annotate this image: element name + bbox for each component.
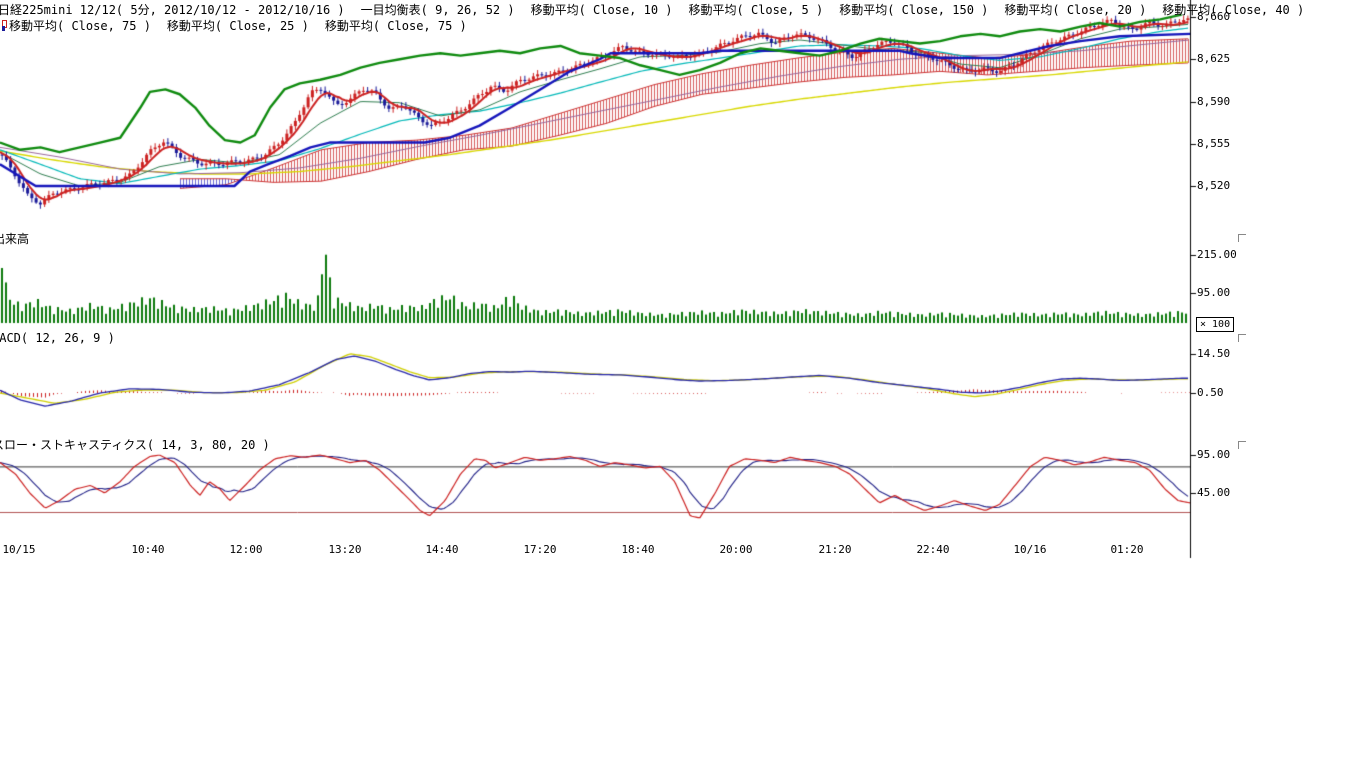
price-axis-label: 8,625 xyxy=(1197,53,1230,65)
legend-ma75[interactable]: 移動平均( Close, 75 ) xyxy=(9,19,151,33)
price-axis-label: 8,660 xyxy=(1197,11,1230,23)
legend-ma5[interactable]: 移動平均( Close, 5 ) xyxy=(689,3,824,17)
price-axis-label: 8,520 xyxy=(1197,180,1230,192)
legend-ma25[interactable]: 移動平均( Close, 25 ) xyxy=(167,19,309,33)
series-title[interactable]: 日経225mini 12/12( 5分, 2012/10/12 - 2012/1… xyxy=(0,3,345,17)
time-axis-label: 17:20 xyxy=(523,544,556,556)
stochastics-panel-label: スロー・ストキャスティクス( 14, 3, 80, 20 ) xyxy=(0,438,270,452)
macd-panel-handle[interactable] xyxy=(1238,334,1246,342)
stoch-panel-handle[interactable] xyxy=(1238,441,1246,449)
legend-ichimoku[interactable]: 一目均衡表( 9, 26, 52 ) xyxy=(361,3,515,17)
macd-axis-label: 0.50 xyxy=(1197,387,1224,399)
chart-window: 日経225mini 12/12( 5分, 2012/10/12 - 2012/1… xyxy=(0,0,1366,768)
macd-panel-label: MACD( 12, 26, 9 ) xyxy=(0,331,115,345)
time-axis-label: 14:40 xyxy=(425,544,458,556)
volume-axis-label: 215.00 xyxy=(1197,249,1237,261)
time-axis-label: 10/16 xyxy=(1013,544,1046,556)
legend-row-1: 日経225mini 12/12( 5分, 2012/10/12 - 2012/1… xyxy=(0,3,1304,17)
legend-ma10[interactable]: 移動平均( Close, 10 ) xyxy=(531,3,673,17)
volume-axis-label: 95.00 xyxy=(1197,287,1230,299)
time-axis-label: 10:40 xyxy=(131,544,164,556)
time-axis-label: 01:20 xyxy=(1110,544,1143,556)
time-axis-label: 20:00 xyxy=(719,544,752,556)
legend-row-2: 移動平均( Close, 75 ) 移動平均( Close, 25 ) 移動平均… xyxy=(9,19,467,33)
stoch-axis-label: 95.00 xyxy=(1197,449,1230,461)
volume-panel-label: 出来高 xyxy=(0,232,29,246)
candle-icon xyxy=(0,20,6,31)
price-axis-label: 8,590 xyxy=(1197,96,1230,108)
legend-ma75b[interactable]: 移動平均( Close, 75 ) xyxy=(325,19,467,33)
stoch-axis-label: 45.00 xyxy=(1197,487,1230,499)
time-axis-label: 22:40 xyxy=(916,544,949,556)
time-axis-label: 21:20 xyxy=(818,544,851,556)
chart-canvas[interactable] xyxy=(0,0,1366,768)
volume-panel-handle[interactable] xyxy=(1238,234,1246,242)
price-axis-label: 8,555 xyxy=(1197,138,1230,150)
time-axis-label: 10/15 xyxy=(2,544,35,556)
macd-axis-label: 14.50 xyxy=(1197,348,1230,360)
time-axis-label: 13:20 xyxy=(328,544,361,556)
volume-multiplier-badge: × 100 xyxy=(1196,317,1234,332)
time-axis-label: 12:00 xyxy=(229,544,262,556)
legend-ma150[interactable]: 移動平均( Close, 150 ) xyxy=(839,3,988,17)
legend-ma40[interactable]: 移動平均( Close, 40 ) xyxy=(1162,3,1304,17)
legend-ma20[interactable]: 移動平均( Close, 20 ) xyxy=(1004,3,1146,17)
time-axis-label: 18:40 xyxy=(621,544,654,556)
